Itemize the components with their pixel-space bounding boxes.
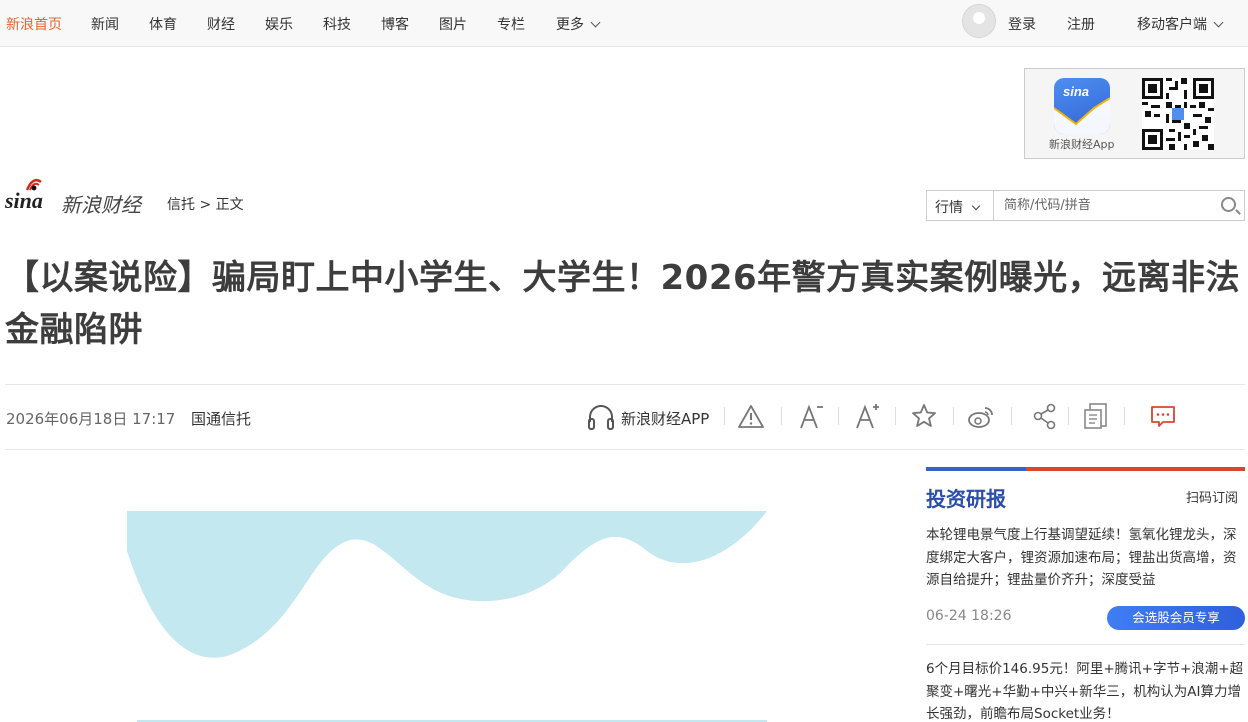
warning-icon[interactable]: [736, 401, 766, 431]
share-icon[interactable]: [1030, 401, 1060, 431]
nav-home-link[interactable]: 新浪首页: [6, 14, 62, 34]
divider: [1011, 407, 1012, 425]
nav-sports-link[interactable]: 体育: [149, 14, 177, 34]
divider: [953, 407, 954, 425]
app-promo-box[interactable]: sina 新浪财经App: [1024, 68, 1245, 159]
headphones-icon: [588, 405, 614, 430]
top-nav: 新浪首页 新闻 体育 财经 娱乐 科技 博客 图片 专栏 更多 登录 注册 移动…: [0, 0, 1248, 47]
sidebar-title: 投资研报: [926, 487, 1006, 511]
nav-tech-link[interactable]: 科技: [323, 14, 351, 34]
nav-column-link[interactable]: 专栏: [497, 14, 525, 34]
divider: [724, 407, 725, 425]
font-increase-icon[interactable]: [852, 401, 882, 431]
sina-wordmark: sina: [5, 188, 43, 213]
sidebar-accent-bar: [926, 467, 1245, 471]
research-item[interactable]: 6个月目标价146.95元！阿里+腾讯+字节+浪潮+超聚变+曙光+华勤+中兴+新…: [926, 658, 1245, 722]
comment-icon[interactable]: [1148, 401, 1178, 431]
listen-app-label: 新浪财经APP: [621, 410, 710, 428]
vip-member-button[interactable]: 会选股会员专享: [1107, 606, 1245, 630]
article-title: 【以案说险】骗局盯上中小学生、大学生！2026年警方真实案例曝光，远离非法金融陷…: [5, 258, 1241, 350]
nav-more-label: 更多: [556, 17, 584, 33]
nav-ent-link[interactable]: 娱乐: [265, 14, 293, 34]
subscribe-link[interactable]: 扫码订阅: [1186, 487, 1238, 506]
chevron-down-icon: [590, 17, 601, 28]
divider: [781, 407, 782, 425]
app-icon-text: sina: [1063, 84, 1090, 99]
search-input[interactable]: [995, 191, 1215, 220]
register-link[interactable]: 注册: [1067, 14, 1095, 34]
listen-app-button[interactable]: 新浪财经APP: [586, 402, 709, 432]
divider: [1124, 407, 1125, 425]
nav-photo-link[interactable]: 图片: [439, 14, 467, 34]
login-link[interactable]: 登录: [1008, 14, 1036, 34]
qr-code-icon: [1142, 78, 1214, 150]
search-type-value: 行情: [935, 200, 963, 216]
nav-finance-link[interactable]: 财经: [207, 14, 235, 34]
research-item-time: 06-24 18:26: [926, 608, 1012, 624]
breadcrumb: 信托 > 正文: [167, 194, 244, 214]
user-avatar[interactable]: [962, 4, 996, 38]
breadcrumb-separator: >: [199, 197, 212, 213]
mobile-client-menu[interactable]: 移动客户端: [1137, 14, 1224, 34]
research-item[interactable]: 本轮锂电景气度上行基调望延续！氢氧化锂龙头，深度绑定大客户，锂资源加速布局；锂盐…: [926, 524, 1245, 592]
mobile-client-label: 移动客户端: [1137, 17, 1207, 33]
quote-search: 行情: [926, 190, 1245, 221]
chevron-down-icon: [971, 201, 981, 211]
breadcrumb-current: 正文: [215, 197, 244, 213]
divider: [926, 644, 1245, 645]
search-type-select[interactable]: 行情: [927, 191, 994, 220]
star-icon[interactable]: [909, 401, 939, 431]
chevron-down-icon: [1213, 17, 1224, 28]
nav-news-link[interactable]: 新闻: [91, 14, 119, 34]
divider: [1068, 407, 1069, 425]
nav-more-menu[interactable]: 更多: [556, 14, 601, 34]
divider: [895, 407, 896, 425]
article-image: [127, 511, 767, 722]
divider: [838, 407, 839, 425]
breadcrumb-section-link[interactable]: 信托: [167, 197, 195, 213]
article-source-link[interactable]: 国通信托: [191, 408, 251, 429]
font-decrease-icon[interactable]: [796, 401, 826, 431]
nav-blog-link[interactable]: 博客: [381, 14, 409, 34]
weibo-icon[interactable]: [966, 401, 996, 431]
divider: [5, 449, 1245, 450]
search-icon[interactable]: [1221, 197, 1236, 212]
divider: [5, 384, 1245, 385]
sina-finance-app-icon: sina: [1054, 78, 1110, 134]
brand-name: 新浪财经: [61, 193, 141, 217]
print-icon[interactable]: [1081, 401, 1111, 431]
article-date: 2026年06月18日 17:17: [6, 410, 176, 428]
app-promo-label: 新浪财经App: [1049, 138, 1115, 151]
